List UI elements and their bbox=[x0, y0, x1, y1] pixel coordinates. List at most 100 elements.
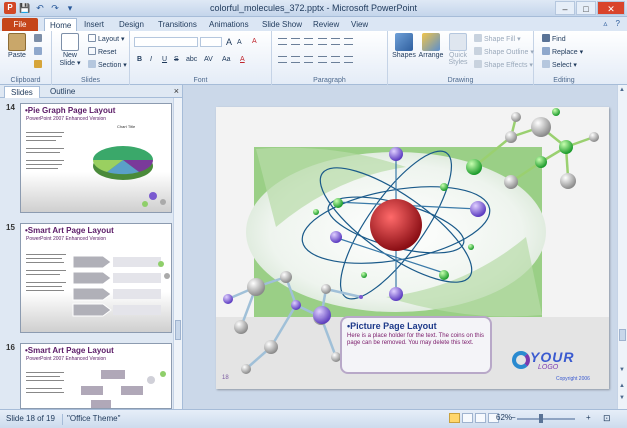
clear-formatting-button[interactable]: A bbox=[252, 37, 257, 47]
increase-indent-icon[interactable] bbox=[317, 38, 327, 45]
previous-slide-icon[interactable]: ▲ bbox=[619, 383, 625, 389]
ribbon: Paste Clipboard New Slide ▾ Layout ▾ Res… bbox=[0, 31, 627, 85]
tab-animations[interactable]: Animations bbox=[209, 18, 249, 31]
minimize-button[interactable]: – bbox=[555, 1, 575, 15]
slide-preview: •Smart Art Page Layout PowerPoint 2007 E… bbox=[20, 343, 172, 409]
tab-view[interactable]: View bbox=[351, 18, 368, 31]
shape-outline-button[interactable]: Shape Outline ▾ bbox=[474, 47, 534, 57]
slides-label: Slides bbox=[80, 77, 101, 84]
decrease-indent-icon[interactable] bbox=[304, 38, 314, 45]
replace-icon bbox=[542, 47, 550, 55]
align-row bbox=[278, 56, 355, 65]
main-scrollbar[interactable]: ▲ ▼ ▲ ▼ bbox=[617, 85, 627, 409]
align-right-icon[interactable] bbox=[304, 56, 314, 63]
copy-button[interactable] bbox=[34, 47, 44, 57]
fit-to-window-icon[interactable]: ⊡ bbox=[603, 413, 611, 424]
slides-group: New Slide ▾ Layout ▾ Reset Section ▾ Sli… bbox=[52, 31, 130, 85]
zoom-level[interactable]: 62% bbox=[496, 413, 512, 422]
panel-scrollbar[interactable] bbox=[173, 98, 182, 409]
columns-icon[interactable] bbox=[330, 56, 340, 63]
arrange-icon bbox=[422, 33, 440, 51]
zoom-in-icon[interactable]: + bbox=[586, 413, 591, 422]
underline-button[interactable]: U bbox=[162, 55, 167, 65]
slide-sorter-view-icon[interactable] bbox=[462, 413, 473, 423]
format-painter-button[interactable] bbox=[34, 60, 44, 70]
change-case-button[interactable]: Aa bbox=[222, 55, 231, 65]
italic-button[interactable]: I bbox=[150, 55, 152, 65]
font-color-button[interactable]: A bbox=[240, 55, 245, 65]
font-label: Font bbox=[193, 77, 208, 84]
reading-view-icon[interactable] bbox=[475, 413, 486, 423]
font-name-combo[interactable] bbox=[134, 37, 198, 47]
tab-file[interactable]: File bbox=[2, 18, 38, 31]
layout-button[interactable]: Layout ▾ bbox=[88, 34, 125, 44]
align-text-icon[interactable] bbox=[344, 56, 354, 63]
align-left-icon[interactable] bbox=[278, 56, 287, 63]
align-center-icon[interactable] bbox=[291, 56, 301, 63]
clipboard-label: Clipboard bbox=[10, 77, 41, 84]
ribbon-tabs: File Home Insert Design Transitions Anim… bbox=[0, 17, 627, 31]
tab-slide-show[interactable]: Slide Show bbox=[262, 18, 302, 31]
logo-sub-text: LOGO bbox=[538, 364, 559, 371]
find-button[interactable]: Find bbox=[542, 34, 566, 44]
shapes-icon bbox=[395, 33, 413, 51]
strikethrough-button[interactable]: S bbox=[174, 55, 179, 65]
editing-group: Find Replace ▾ Select ▾ Editing bbox=[534, 31, 594, 85]
theme-name[interactable]: "Office Theme" bbox=[62, 414, 120, 425]
arrange-button[interactable]: Arrange bbox=[418, 33, 444, 59]
font-size-combo[interactable] bbox=[200, 37, 222, 47]
text-shadow-button[interactable]: abc bbox=[186, 55, 197, 65]
scroll-down-icon[interactable]: ▼ bbox=[619, 367, 625, 373]
current-slide[interactable]: •Picture Page Layout Here is a place hol… bbox=[216, 107, 609, 389]
bold-button[interactable]: B bbox=[137, 55, 142, 65]
tab-transitions[interactable]: Transitions bbox=[158, 18, 197, 31]
shape-effects-button[interactable]: Shape Effects ▾ bbox=[474, 60, 533, 70]
tab-home[interactable]: Home bbox=[44, 18, 78, 31]
close-button[interactable]: ✕ bbox=[597, 1, 625, 15]
tab-review[interactable]: Review bbox=[313, 18, 339, 31]
tab-design[interactable]: Design bbox=[119, 18, 144, 31]
shape-fill-button[interactable]: Shape Fill ▾ bbox=[474, 34, 521, 44]
slide-number: 15 bbox=[6, 223, 15, 232]
new-slide-button[interactable]: New Slide ▾ bbox=[55, 33, 85, 67]
slide-number: 14 bbox=[6, 103, 15, 112]
maximize-button[interactable]: □ bbox=[576, 1, 596, 15]
scroll-thumb[interactable] bbox=[619, 329, 626, 341]
reset-button[interactable]: Reset bbox=[88, 47, 116, 57]
bullets-icon[interactable] bbox=[278, 38, 287, 45]
picture-layout-textbox[interactable]: •Picture Page Layout Here is a place hol… bbox=[340, 316, 492, 374]
shrink-font-button[interactable]: A bbox=[237, 38, 242, 48]
scroll-up-icon[interactable]: ▲ bbox=[619, 87, 625, 93]
close-panel-icon[interactable]: × bbox=[174, 86, 179, 96]
normal-view-icon[interactable] bbox=[449, 413, 460, 423]
justify-icon[interactable] bbox=[317, 56, 327, 63]
zoom-slider-thumb[interactable] bbox=[539, 414, 543, 423]
line-spacing-icon[interactable] bbox=[330, 38, 340, 45]
clipboard-icon bbox=[8, 33, 26, 51]
quick-styles-button[interactable]: Quick Styles bbox=[445, 33, 471, 66]
cut-button[interactable] bbox=[34, 34, 44, 44]
replace-button[interactable]: Replace ▾ bbox=[542, 47, 583, 57]
scroll-thumb[interactable] bbox=[175, 320, 181, 340]
tab-slides[interactable]: Slides bbox=[4, 86, 40, 98]
drawing-group: Shapes Arrange Quick Styles Shape Fill ▾… bbox=[388, 31, 534, 85]
section-button[interactable]: Section ▾ bbox=[88, 60, 127, 70]
pen-icon bbox=[474, 47, 482, 55]
slides-panel: Slides Outline × 14 •Pie Graph Page Layo… bbox=[0, 85, 183, 409]
tab-outline[interactable]: Outline bbox=[44, 86, 81, 98]
atom-nucleus bbox=[370, 199, 422, 251]
zoom-out-icon[interactable]: − bbox=[511, 413, 516, 422]
shapes-button[interactable]: Shapes bbox=[391, 33, 417, 59]
tab-insert[interactable]: Insert bbox=[84, 18, 104, 31]
character-spacing-button[interactable]: AV bbox=[204, 55, 213, 65]
text-direction-icon[interactable] bbox=[344, 38, 354, 45]
grow-font-button[interactable]: A bbox=[226, 37, 232, 47]
next-slide-icon[interactable]: ▼ bbox=[619, 395, 625, 401]
window-controls: – □ ✕ bbox=[555, 1, 625, 15]
zoom-slider[interactable] bbox=[517, 418, 575, 420]
numbering-icon[interactable] bbox=[291, 38, 301, 45]
select-button[interactable]: Select ▾ bbox=[542, 60, 577, 70]
window-title: colorful_molecules_372.pptx - Microsoft … bbox=[209, 3, 418, 13]
ribbon-help-icons[interactable]: ▵ ? bbox=[603, 19, 623, 28]
paste-button[interactable]: Paste bbox=[4, 33, 30, 59]
